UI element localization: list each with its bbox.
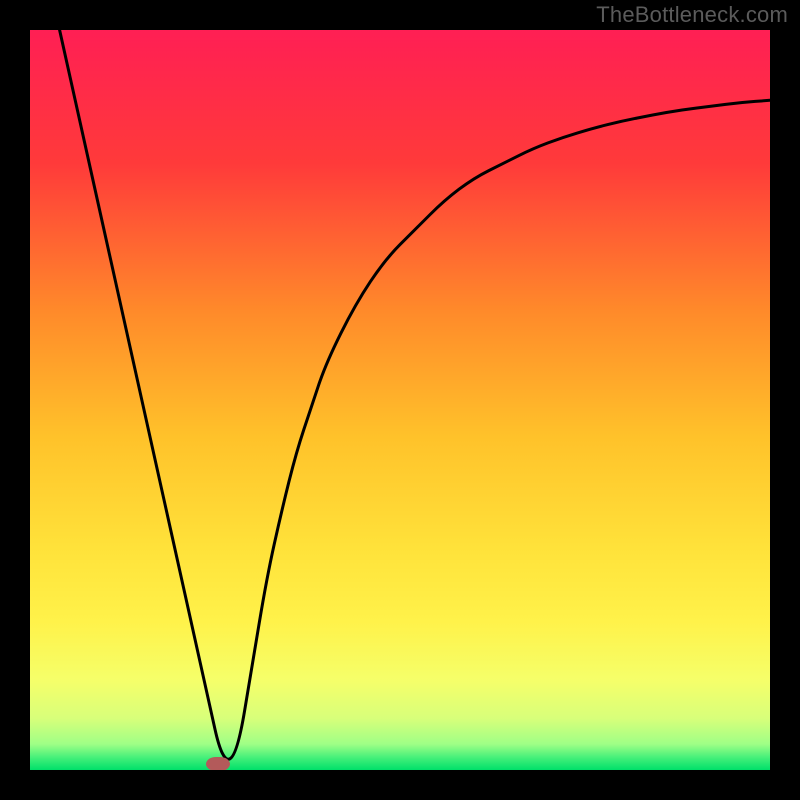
plot-area <box>30 30 770 770</box>
bottleneck-curve <box>30 30 770 770</box>
optimal-point-marker <box>206 757 230 770</box>
chart-frame: TheBottleneck.com <box>0 0 800 800</box>
watermark-text: TheBottleneck.com <box>596 2 788 28</box>
